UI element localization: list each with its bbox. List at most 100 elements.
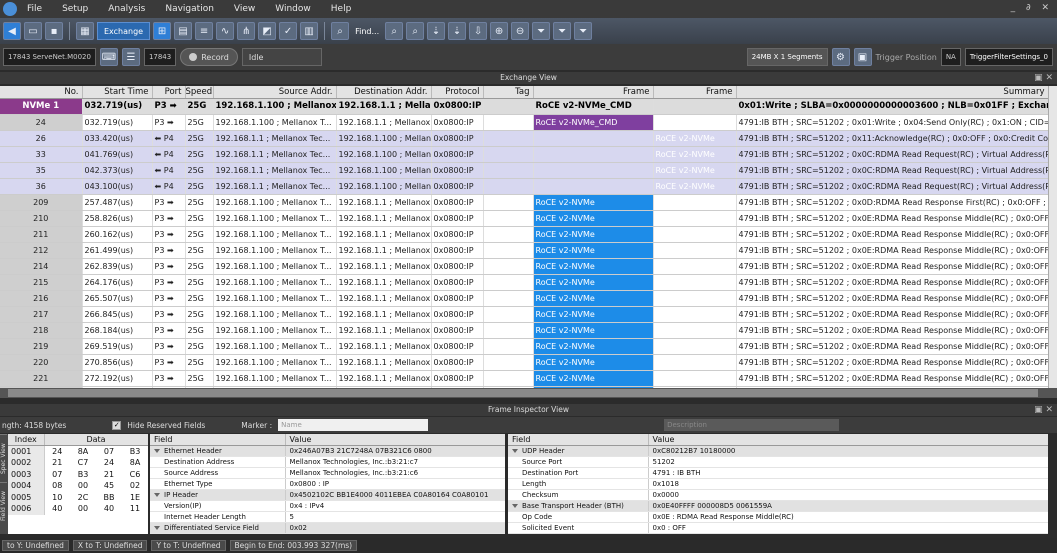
table-row[interactable]: 209 257.487(us) P3 ➡ 25G 192.168.1.100 ; Mel…	[0, 194, 1048, 211]
scroll-thumb[interactable]	[8, 389, 1038, 397]
trigger-filter-dropdown[interactable]: TriggerFilterSettings_0	[964, 48, 1053, 66]
menu-window[interactable]: Window	[265, 4, 321, 14]
menu-help[interactable]: Help	[321, 4, 362, 14]
field-row[interactable]: UDP Header 0xC80212B7 10180000	[508, 445, 1048, 457]
find-button[interactable]: Find...	[355, 27, 379, 36]
hex-byte[interactable]: 21	[96, 469, 122, 481]
expand-icon[interactable]	[512, 503, 518, 508]
hex-index[interactable]: 0001	[8, 445, 45, 457]
table-row[interactable]: 26 033.420(us) ⬅ P4 25G 192.168.1.1 ; Mellan…	[0, 130, 1048, 147]
field-row[interactable]: Version(IP) 0x4 : IPv4	[150, 500, 505, 512]
field-row[interactable]: Base Transport Header (BTH) 0x0E40FFFF 00…	[508, 500, 1048, 512]
filter-clear-icon[interactable]: ⏷	[574, 22, 593, 40]
menu-analysis[interactable]: Analysis	[98, 4, 155, 14]
hex-byte[interactable]: 08	[44, 480, 70, 492]
field-row[interactable]: Source Port 51202	[508, 456, 1048, 468]
zoom-in-icon[interactable]: ⊕	[490, 22, 509, 40]
col-source[interactable]: Source Addr.	[213, 86, 337, 99]
expand-icon[interactable]	[512, 448, 518, 453]
hex-index[interactable]: 0005	[8, 491, 45, 503]
find-next-icon[interactable]: ⌕	[385, 22, 404, 40]
find-icon[interactable]: ⌕	[331, 22, 350, 40]
field-row[interactable]: Internet Header Length 5	[150, 511, 505, 523]
hex-byte[interactable]: C7	[70, 457, 96, 469]
settings-icon[interactable]: ☰	[121, 48, 140, 66]
field-row[interactable]: IP Header 0x4502102C BB1E4000 4011EBEA C0…	[150, 489, 505, 501]
record-button[interactable]: Record	[180, 48, 238, 66]
table-row[interactable]: 220 270.856(us) P3 ➡ 25G 192.168.1.100 ; Mel…	[0, 354, 1048, 371]
exchange-group-row[interactable]: NVMe 1 032.719(us) P3 ➡ 25G 192.168.1.10…	[0, 98, 1048, 115]
col-port[interactable]: Port	[152, 86, 186, 99]
horizontal-scrollbar[interactable]	[0, 388, 1057, 398]
menu-file[interactable]: File	[17, 4, 52, 14]
table-row[interactable]: 218 268.184(us) P3 ➡ 25G 192.168.1.100 ; Mel…	[0, 322, 1048, 339]
field-row[interactable]: Source Address Mellanox Technologies, Inc…	[150, 467, 505, 479]
zoom-out-icon[interactable]: ⊖	[511, 22, 530, 40]
table-row[interactable]: 216 265.507(us) P3 ➡ 25G 192.168.1.100 ; Mel…	[0, 290, 1048, 307]
field-row[interactable]: Length 0x1018	[508, 478, 1048, 490]
expand-icon[interactable]	[154, 525, 160, 530]
col-speed[interactable]: Speed	[185, 86, 214, 99]
hex-byte[interactable]: 10	[44, 492, 70, 504]
hex-index[interactable]: 0003	[8, 468, 45, 480]
save-icon[interactable]: ▪	[45, 22, 63, 40]
hex-byte[interactable]: B3	[70, 469, 96, 481]
table-row[interactable]: 217 266.845(us) P3 ➡ 25G 192.168.1.100 ; Mel…	[0, 306, 1048, 323]
table-row[interactable]: 211 260.162(us) P3 ➡ 25G 192.168.1.100 ; Mel…	[0, 226, 1048, 243]
field-row[interactable]: Op Code 0x0E : RDMA Read Response Middle(…	[508, 511, 1048, 523]
check-icon[interactable]: ✓	[279, 22, 298, 40]
menu-setup[interactable]: Setup	[52, 4, 98, 14]
exchange-view-button[interactable]: Exchange	[97, 22, 151, 40]
table-row[interactable]: 212 261.499(us) P3 ➡ 25G 192.168.1.100 ; Mel…	[0, 242, 1048, 259]
goto-marker-icon[interactable]: ⇣	[448, 22, 467, 40]
goto-icon[interactable]: ⇣	[427, 22, 446, 40]
hex-byte[interactable]: 07	[96, 446, 122, 458]
hex-byte[interactable]: 24	[96, 457, 122, 469]
hex-byte[interactable]: 45	[96, 480, 122, 492]
trigger-position-field[interactable]: NA	[940, 48, 961, 66]
find-prev-icon[interactable]: ⌕	[406, 22, 425, 40]
table-row[interactable]: 219 269.519(us) P3 ➡ 25G 192.168.1.100 ; Mel…	[0, 338, 1048, 355]
hex-byte[interactable]: 00	[70, 480, 96, 492]
table-row[interactable]: 221 272.192(us) P3 ➡ 25G 192.168.1.100 ; Mel…	[0, 370, 1048, 387]
hex-byte[interactable]: 21	[44, 457, 70, 469]
port-config-icon[interactable]: ⌨	[99, 48, 118, 66]
grid-icon[interactable]: ▤	[174, 22, 193, 40]
col-destination[interactable]: Destination Addr.	[336, 86, 432, 99]
hex-byte[interactable]: 8A	[122, 457, 148, 469]
hex-byte[interactable]: 40	[96, 503, 122, 515]
hex-byte[interactable]: 24	[44, 446, 70, 458]
vertical-scrollbar[interactable]	[1048, 86, 1057, 388]
expand-icon[interactable]	[154, 492, 160, 497]
tab-spec-view[interactable]: Spec View	[0, 434, 7, 482]
list-icon[interactable]: ≡	[195, 22, 214, 40]
table-row[interactable]: 214 262.839(us) P3 ➡ 25G 192.168.1.100 ; Mel…	[0, 258, 1048, 275]
hide-reserved-checkbox[interactable]: ✓	[112, 420, 122, 430]
filter-icon[interactable]: ⏷	[532, 22, 551, 40]
field-row[interactable]: Ethernet Header 0x246A07B3 21C7248A 07B32…	[150, 445, 505, 457]
inspector-pin-icon[interactable]: ▣ ✕	[1034, 405, 1053, 415]
table-icon[interactable]: ▥	[300, 22, 319, 40]
field-row[interactable]: Checksum 0x0000	[508, 489, 1048, 501]
open-folder-icon[interactable]: ▭	[24, 22, 42, 40]
marker-input[interactable]: Name	[278, 419, 429, 431]
window-controls[interactable]: _ ∂ ✕	[1011, 3, 1053, 13]
waveform-icon[interactable]: ∿	[216, 22, 235, 40]
back-icon[interactable]: ◀	[3, 22, 21, 40]
col-protocol[interactable]: Protocol	[431, 86, 484, 99]
export-icon[interactable]: ⇩	[469, 22, 488, 40]
segment-field[interactable]: 17843	[143, 48, 177, 66]
table-row[interactable]: 24 032.719(us) P3 ➡ 25G 192.168.1.100 ; Mell…	[0, 114, 1048, 131]
field-row[interactable]: Ethernet Type 0x0800 : IP	[150, 478, 505, 490]
table-row[interactable]: 36 043.100(us) ⬅ P4 25G 192.168.1.1 ; Mellan…	[0, 178, 1048, 195]
hex-byte[interactable]: 8A	[70, 446, 96, 458]
hex-byte[interactable]: 40	[44, 503, 70, 515]
hex-byte[interactable]: 02	[122, 480, 148, 492]
table-row[interactable]: 215 264.176(us) P3 ➡ 25G 192.168.1.100 ; Mel…	[0, 274, 1048, 291]
col-tag[interactable]: Tag	[483, 86, 534, 99]
panel-pin-icon[interactable]: ▣ ✕	[1034, 73, 1053, 83]
col-no[interactable]: No.	[0, 86, 83, 99]
table-row[interactable]: 35 042.373(us) ⬅ P4 25G 192.168.1.1 ; Mellan…	[0, 162, 1048, 179]
field-row[interactable]: Destination Address Mellanox Technologies…	[150, 456, 505, 468]
col-frame-2[interactable]: Frame	[653, 86, 737, 99]
